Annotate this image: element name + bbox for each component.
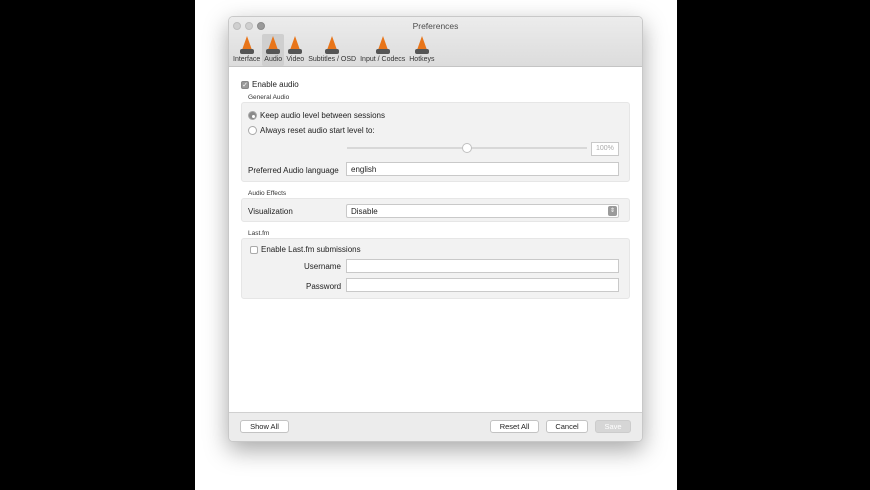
password-label: Password bbox=[306, 282, 342, 291]
radio-icon bbox=[248, 126, 257, 136]
keep-level-label: Keep audio level between sessions bbox=[260, 111, 385, 120]
headphones-cone-icon bbox=[264, 35, 282, 55]
tab-label: Subtitles / OSD bbox=[308, 56, 357, 63]
checkmark-icon: ✓ bbox=[241, 80, 249, 89]
save-button[interactable]: Save bbox=[595, 420, 631, 433]
hotkeys-cone-icon bbox=[413, 35, 431, 55]
always-reset-radio[interactable]: Always reset audio start level to: bbox=[248, 126, 375, 136]
enable-audio-label: Enable audio bbox=[252, 80, 299, 89]
reset-all-button[interactable]: Reset All bbox=[490, 420, 539, 433]
tab-label: Interface bbox=[233, 56, 261, 63]
show-all-button[interactable]: Show All bbox=[240, 420, 289, 433]
chevron-updown-icon: ⇕ bbox=[608, 206, 617, 216]
section-general-audio: General Audio bbox=[248, 94, 290, 101]
cancel-button[interactable]: Cancel bbox=[546, 420, 588, 433]
tab-video[interactable]: Video bbox=[284, 34, 306, 66]
slider-knob[interactable] bbox=[462, 143, 472, 153]
username-input[interactable] bbox=[346, 259, 619, 273]
tab-label: Input / Codecs bbox=[360, 56, 406, 63]
visualization-value: Disable bbox=[351, 207, 378, 216]
password-input[interactable] bbox=[346, 278, 619, 292]
tab-input-codecs[interactable]: Input / Codecs bbox=[358, 34, 407, 66]
video-cone-icon bbox=[286, 35, 304, 55]
tab-hotkeys[interactable]: Hotkeys bbox=[407, 34, 436, 66]
preferred-language-label: Preferred Audio language bbox=[248, 166, 339, 175]
always-reset-label: Always reset audio start level to: bbox=[260, 126, 375, 135]
visualization-label: Visualization bbox=[248, 207, 293, 216]
keep-level-radio[interactable]: Keep audio level between sessions bbox=[248, 111, 385, 121]
titlebar: Preferences Interface Audio Video Subtit… bbox=[229, 17, 642, 67]
preferences-window: Preferences Interface Audio Video Subtit… bbox=[228, 16, 643, 442]
subtitles-cone-icon bbox=[323, 35, 341, 55]
section-lastfm: Last.fm bbox=[248, 230, 270, 237]
audio-level-slider[interactable] bbox=[347, 143, 587, 153]
audio-level-value: 100% bbox=[591, 142, 619, 156]
visualization-select[interactable]: Disable ⇕ bbox=[346, 204, 619, 218]
codecs-cone-icon bbox=[374, 35, 392, 55]
enable-lastfm-label: Enable Last.fm submissions bbox=[261, 245, 361, 254]
enable-audio-checkbox[interactable]: ✓ Enable audio bbox=[241, 80, 299, 89]
audio-settings: ✓ Enable audio General Audio Keep audio l… bbox=[229, 68, 642, 414]
username-label: Username bbox=[304, 262, 341, 271]
vlc-cone-icon bbox=[238, 35, 256, 55]
tab-label: Video bbox=[286, 56, 305, 63]
tab-audio[interactable]: Audio bbox=[262, 34, 285, 66]
tab-subtitles-osd[interactable]: Subtitles / OSD bbox=[306, 34, 358, 66]
checkbox-icon bbox=[250, 245, 258, 254]
enable-lastfm-checkbox[interactable]: Enable Last.fm submissions bbox=[250, 245, 361, 254]
radio-icon bbox=[248, 111, 257, 121]
preferred-language-input[interactable]: english bbox=[346, 162, 619, 176]
tab-label: Audio bbox=[264, 56, 283, 63]
footer: Show All Reset All Cancel Save bbox=[229, 412, 642, 441]
window-title: Preferences bbox=[412, 21, 459, 31]
tab-interface[interactable]: Interface bbox=[231, 34, 262, 66]
tab-label: Hotkeys bbox=[409, 56, 435, 63]
section-audio-effects: Audio Effects bbox=[248, 190, 287, 197]
